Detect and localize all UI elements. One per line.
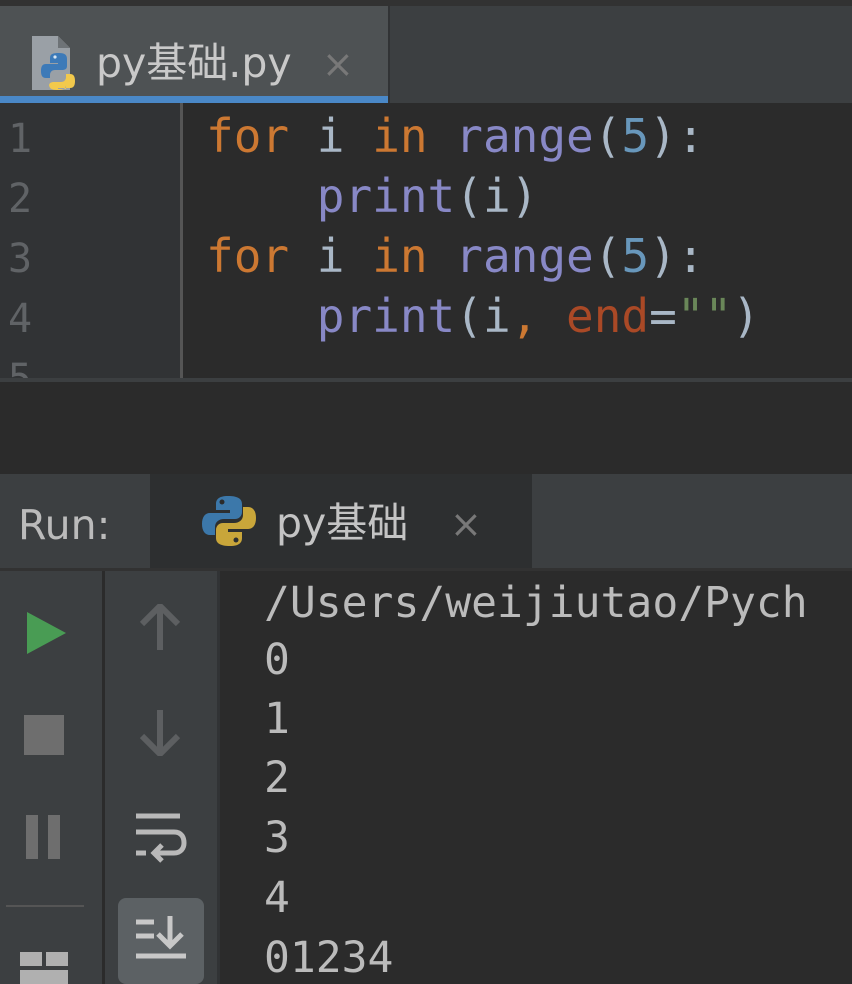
code-text: i bbox=[289, 109, 373, 163]
console-line: /Users/weijiutao/Pych bbox=[264, 578, 808, 628]
gutter-divider bbox=[180, 103, 183, 380]
code-text: ( bbox=[593, 229, 622, 283]
code-text: ): bbox=[649, 109, 705, 163]
run-icon[interactable] bbox=[24, 610, 68, 656]
tab-close-icon[interactable]: × bbox=[322, 42, 354, 86]
code-text: = bbox=[649, 289, 677, 343]
editor-empty-area bbox=[0, 382, 852, 474]
string-literal: "" bbox=[676, 289, 733, 343]
code-comma: , bbox=[510, 289, 567, 343]
active-tab-indicator bbox=[0, 96, 388, 103]
toolbar-separator bbox=[6, 905, 84, 907]
run-panel-title: Run: bbox=[18, 501, 111, 549]
stop-icon[interactable] bbox=[24, 715, 64, 755]
code-text: i bbox=[289, 229, 373, 283]
line-number: 3 bbox=[8, 236, 33, 282]
code-text: (i bbox=[455, 289, 511, 343]
editor-tab-label: py基础.py bbox=[96, 39, 292, 87]
number-literal: 5 bbox=[621, 229, 650, 283]
python-file-icon bbox=[32, 36, 75, 90]
scroll-to-end-icon bbox=[136, 916, 186, 959]
editor-tab-bar: py基础.py × bbox=[0, 0, 852, 103]
console-line: 0 bbox=[264, 635, 290, 685]
pause-icon[interactable] bbox=[26, 815, 62, 859]
code-text: ( bbox=[593, 109, 622, 163]
builtin-print: print bbox=[316, 169, 456, 223]
builtin-range: range bbox=[455, 109, 594, 163]
run-tab-label: py基础 bbox=[276, 499, 409, 547]
keyword-for: for bbox=[206, 229, 290, 283]
layout-icon[interactable] bbox=[20, 948, 70, 984]
code-line-1: for i in range(5): bbox=[206, 106, 705, 166]
run-console-output[interactable]: /Users/weijiutao/Pych 0 1 2 3 4 01234 bbox=[220, 571, 852, 984]
console-line: 3 bbox=[264, 813, 290, 863]
code-text: ): bbox=[649, 229, 705, 283]
line-number: 2 bbox=[8, 176, 33, 222]
line-number: 4 bbox=[8, 296, 33, 342]
code-editor[interactable]: 1 2 3 4 5 for i in range(5): print(i) fo… bbox=[0, 103, 852, 380]
keyword-argument: end bbox=[566, 289, 650, 343]
run-config-tab[interactable]: py基础 × bbox=[150, 474, 532, 570]
code-text: ) bbox=[732, 289, 760, 343]
keyword-in: in bbox=[372, 109, 428, 163]
console-line: 1 bbox=[264, 694, 290, 744]
code-line-3: for i in range(5): bbox=[206, 226, 705, 286]
console-line: 4 bbox=[264, 873, 290, 923]
keyword-for: for bbox=[206, 109, 290, 163]
code-text: (i) bbox=[455, 169, 539, 223]
editor-tab[interactable]: py基础.py × bbox=[0, 6, 388, 103]
line-number: 5 bbox=[8, 356, 33, 380]
soft-wrap-icon[interactable] bbox=[134, 812, 188, 864]
line-number-gutter: 1 2 3 4 5 bbox=[0, 103, 180, 380]
code-line-2: print(i) bbox=[206, 166, 539, 226]
builtin-print: print bbox=[316, 289, 456, 343]
run-tool-window-header: Run: py基础 × bbox=[0, 474, 852, 570]
python-icon bbox=[202, 496, 256, 546]
console-line: 01234 bbox=[264, 933, 394, 983]
console-line: 2 bbox=[264, 753, 290, 803]
line-number: 1 bbox=[8, 116, 33, 162]
run-tab-close-icon[interactable]: × bbox=[450, 502, 482, 546]
tab-divider bbox=[388, 6, 390, 103]
builtin-range: range bbox=[455, 229, 594, 283]
down-arrow-icon[interactable] bbox=[138, 708, 182, 756]
number-literal: 5 bbox=[621, 109, 650, 163]
scroll-to-end-button[interactable] bbox=[118, 898, 204, 984]
up-arrow-icon[interactable] bbox=[138, 604, 182, 652]
code-line-4: print(i, end="") bbox=[206, 286, 760, 346]
keyword-in: in bbox=[372, 229, 428, 283]
